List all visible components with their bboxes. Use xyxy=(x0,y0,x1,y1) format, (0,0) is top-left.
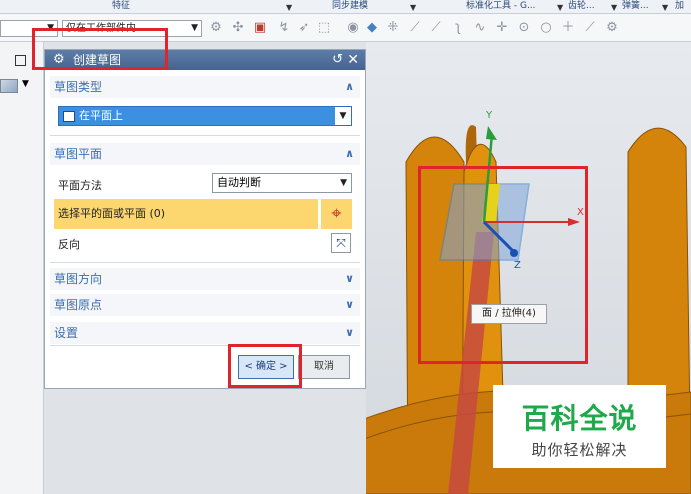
plane-method-label: 平面方法 xyxy=(58,179,102,192)
resource-bar: ▼ Z xyxy=(0,42,44,494)
chevron-down-icon[interactable]: ∨ xyxy=(345,322,354,344)
ribbon-group-bar: 特征 ▼ 同步建模 ▼ 标准化工具 - G... ▼ 齿轮... ▼ 弹簧...… xyxy=(0,0,691,14)
chevron-down-icon[interactable]: ▼ xyxy=(22,79,29,89)
plane-method-combo[interactable]: 自动判断 ▼ xyxy=(212,173,352,193)
snap-icon[interactable]: ⚙ xyxy=(208,20,224,36)
axis-y-label: Y xyxy=(486,110,493,121)
window-icon[interactable] xyxy=(15,55,26,66)
shade-icon[interactable]: ◆ xyxy=(364,20,380,36)
reverse-direction-icon[interactable]: ⤧ xyxy=(331,233,351,253)
curve-icon[interactable]: ʅ xyxy=(450,20,466,36)
plus-icon[interactable]: ＋ xyxy=(560,20,576,36)
view-icon[interactable] xyxy=(0,79,18,93)
divider xyxy=(50,135,360,136)
chevron-down-icon[interactable]: ▼ xyxy=(662,1,668,14)
chevron-down-icon: ▼ xyxy=(191,23,198,33)
circle-icon[interactable]: ⊙ xyxy=(516,20,532,36)
chevron-down-icon[interactable]: ▼ xyxy=(557,1,563,14)
chevron-up-icon[interactable]: ∧ xyxy=(345,76,354,98)
box-select-icon[interactable]: ⬚ xyxy=(316,20,332,36)
chevron-up-icon[interactable]: ∧ xyxy=(345,143,354,165)
ribbon-group-gear[interactable]: 齿轮... xyxy=(568,0,595,13)
chevron-down-icon[interactable]: ▼ xyxy=(611,1,617,14)
render-icon[interactable]: ◉ xyxy=(345,20,361,36)
watermark-title: 百科全说 xyxy=(521,402,638,435)
section-sketch-type[interactable]: 草图类型 ∧ xyxy=(50,76,360,98)
highlight-box-face xyxy=(418,166,588,364)
reverse-label: 反向 xyxy=(58,238,80,251)
watermark: 百科全说 助你轻松解决 xyxy=(493,385,666,468)
snap-point-icon[interactable]: ✣ xyxy=(230,20,246,36)
spline-icon[interactable]: ∿ xyxy=(472,20,488,36)
section-settings[interactable]: 设置 ∨ xyxy=(50,322,360,344)
section-sketch-origin[interactable]: 草图原点 ∨ xyxy=(50,294,360,316)
ribbon-group-more[interactable]: 加 xyxy=(675,0,684,13)
chevron-down-icon: ▼ xyxy=(335,107,351,125)
grid-icon[interactable]: ⁜ xyxy=(385,20,401,36)
ribbon-group-feature[interactable]: 特征 xyxy=(112,0,130,13)
chevron-down-icon[interactable]: ∨ xyxy=(345,268,354,290)
plane-method-value: 自动判断 xyxy=(217,176,261,189)
line2-icon[interactable]: ⟋ xyxy=(428,20,444,36)
pointer-icon[interactable]: ➶ xyxy=(296,20,312,36)
ribbon-group-spring[interactable]: 弹簧... xyxy=(622,0,649,13)
reset-icon[interactable]: ↺ xyxy=(332,50,343,70)
pick-icon[interactable]: ↯ xyxy=(276,20,292,36)
line-icon[interactable]: ⟋ xyxy=(407,20,423,36)
chevron-down-icon[interactable]: ▼ xyxy=(410,1,416,14)
select-face-row[interactable]: 选择平的面或平面 (0) xyxy=(54,199,318,229)
divider xyxy=(50,345,360,346)
chevron-down-icon: ▼ xyxy=(340,178,347,188)
chevron-down-icon[interactable]: ∨ xyxy=(345,294,354,316)
highlight-box-title xyxy=(32,28,168,70)
ring-icon[interactable]: ○ xyxy=(538,20,554,36)
ribbon-group-standard-tools[interactable]: 标准化工具 - G... xyxy=(466,0,536,13)
select-filter-icon[interactable]: ▣ xyxy=(252,20,268,36)
divider xyxy=(50,262,360,263)
cancel-button[interactable]: 取消 xyxy=(298,355,350,379)
sketch-type-combo[interactable]: 在平面上 ▼ xyxy=(58,106,352,126)
ribbon-group-sync-modeling[interactable]: 同步建模 xyxy=(332,0,368,13)
section-sketch-orientation[interactable]: 草图方向 ∨ xyxy=(50,268,360,290)
settings-icon[interactable]: ⚙ xyxy=(604,20,620,36)
watermark-subtitle: 助你轻松解决 xyxy=(531,441,628,459)
chevron-down-icon[interactable]: ▼ xyxy=(286,1,292,14)
slash-icon[interactable]: ⟋ xyxy=(582,20,598,36)
plane-type-icon xyxy=(63,110,75,122)
crosshair-icon[interactable]: ⌖ xyxy=(320,199,352,229)
point-icon[interactable]: ✛ xyxy=(494,20,510,36)
sketch-type-value: 在平面上 xyxy=(79,109,123,122)
close-icon[interactable]: ✕ xyxy=(347,50,359,70)
section-sketch-plane[interactable]: 草图平面 ∧ xyxy=(50,143,360,165)
highlight-box-ok xyxy=(228,344,302,388)
